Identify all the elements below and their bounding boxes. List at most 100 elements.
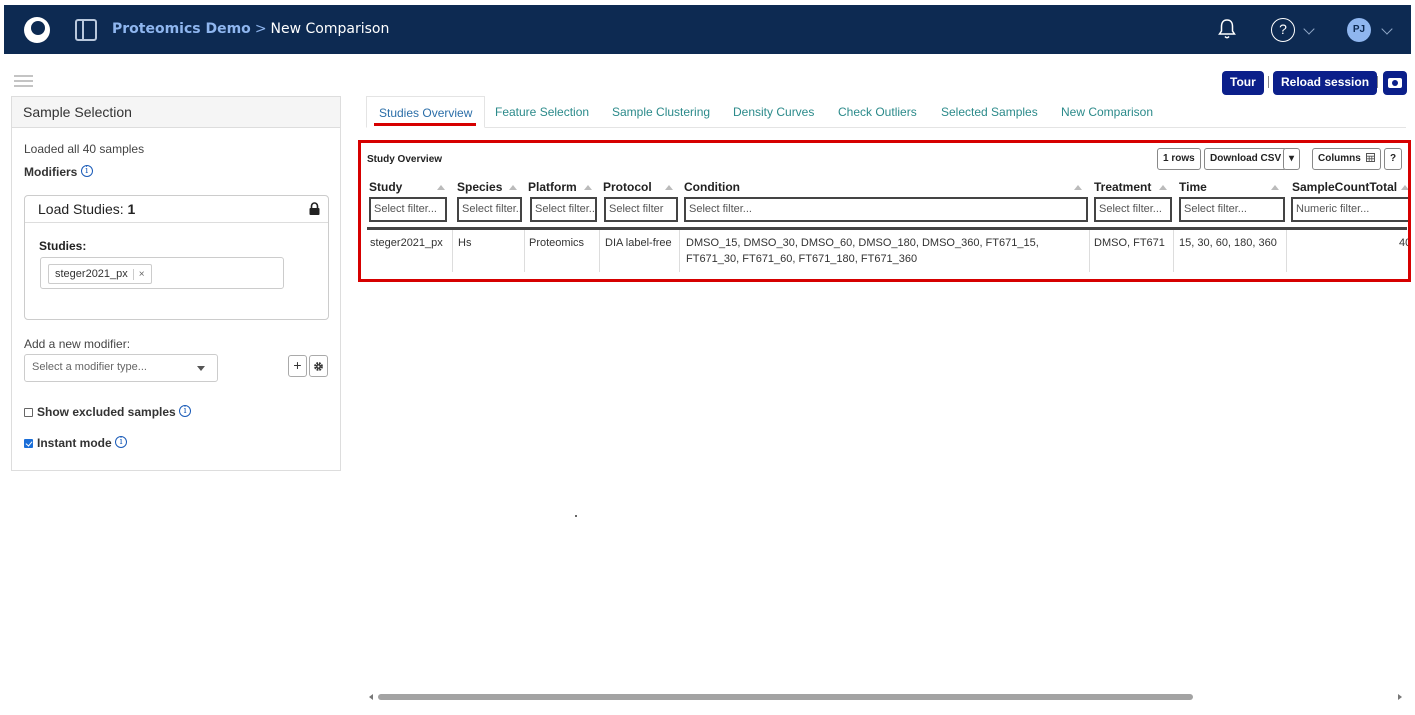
instant-mode-info-icon[interactable]: i bbox=[115, 436, 128, 448]
column-divider bbox=[599, 230, 600, 272]
breadcrumb-app[interactable]: Proteomics Demo bbox=[112, 21, 251, 37]
sort-icon[interactable] bbox=[1401, 185, 1408, 190]
breadcrumb-separator: > bbox=[254, 21, 267, 37]
sort-icon[interactable] bbox=[1271, 185, 1279, 190]
tab-check-outliers[interactable]: Check Outliers bbox=[826, 96, 929, 128]
help-chevron-down-icon[interactable] bbox=[1303, 23, 1315, 35]
column-header-time[interactable]: Time bbox=[1179, 180, 1207, 194]
modifier-type-placeholder: Select a modifier type... bbox=[32, 361, 147, 373]
add-modifier-button[interactable]: + bbox=[288, 355, 307, 377]
study-overview-panel: Study Overview 1 rows Download CSV ▾ Col… bbox=[358, 140, 1411, 282]
sort-icon[interactable] bbox=[1159, 185, 1167, 190]
rows-count-button[interactable]: 1 rows bbox=[1157, 148, 1201, 170]
sort-icon[interactable] bbox=[665, 185, 673, 190]
modifier-type-select[interactable]: Select a modifier type... bbox=[24, 354, 218, 382]
filter-condition[interactable]: Select filter... bbox=[684, 197, 1088, 222]
filter-study[interactable]: Select filter... bbox=[369, 197, 447, 222]
filter-protocol[interactable]: Select filter bbox=[604, 197, 678, 222]
study-overview-title: Study Overview bbox=[367, 154, 443, 165]
sort-icon[interactable] bbox=[1074, 185, 1082, 190]
column-header-protocol[interactable]: Protocol bbox=[603, 180, 652, 194]
columns-label: Columns bbox=[1318, 153, 1361, 164]
info-icon[interactable]: i bbox=[80, 165, 93, 177]
columns-grid-icon bbox=[1365, 153, 1375, 162]
tour-button[interactable]: Tour bbox=[1222, 71, 1264, 95]
tab-feature-selection[interactable]: Feature Selection bbox=[483, 96, 601, 128]
download-csv-button[interactable]: Download CSV bbox=[1204, 148, 1288, 170]
scroll-right-icon[interactable] bbox=[1398, 694, 1402, 700]
show-excluded-info-icon[interactable]: i bbox=[179, 405, 192, 417]
cell-condition: DMSO_15, DMSO_30, DMSO_60, DMSO_180, DMS… bbox=[686, 235, 1039, 267]
load-studies-count: 1 bbox=[127, 201, 136, 217]
reload-session-button[interactable]: Reload session bbox=[1273, 71, 1378, 95]
download-dropdown-button[interactable]: ▾ bbox=[1283, 148, 1301, 170]
modifiers-text: Modifiers bbox=[24, 165, 78, 179]
filter-sample-count-total[interactable]: Numeric filter... bbox=[1291, 197, 1408, 222]
sort-icon[interactable] bbox=[437, 185, 445, 190]
show-excluded-row: Show excluded samples i bbox=[24, 405, 192, 419]
loaded-samples-text: Loaded all 40 samples bbox=[24, 142, 145, 156]
stray-dot bbox=[575, 515, 577, 517]
divider bbox=[1377, 76, 1378, 88]
load-studies-label: Load Studies: bbox=[38, 201, 124, 217]
sort-icon[interactable] bbox=[584, 185, 592, 190]
caret-down-icon bbox=[197, 366, 205, 371]
menu-icon[interactable] bbox=[14, 75, 33, 87]
table-help-button[interactable]: ? bbox=[1384, 148, 1403, 170]
column-divider bbox=[1089, 230, 1090, 272]
modifier-settings-button[interactable] bbox=[309, 355, 328, 377]
scroll-left-icon[interactable] bbox=[369, 694, 373, 700]
cell-sample-count-total: 40 bbox=[1399, 237, 1411, 249]
help-icon[interactable]: ? bbox=[1271, 18, 1295, 42]
active-tab-underline bbox=[374, 123, 476, 126]
app-logo-icon[interactable] bbox=[24, 17, 50, 43]
instant-mode-checkbox[interactable] bbox=[24, 439, 33, 448]
instant-mode-label[interactable]: Instant mode bbox=[37, 436, 112, 450]
show-excluded-label[interactable]: Show excluded samples bbox=[37, 405, 176, 419]
divider bbox=[1268, 76, 1269, 88]
column-header-species[interactable]: Species bbox=[457, 180, 502, 194]
filter-platform[interactable]: Select filter... bbox=[530, 197, 597, 222]
avatar[interactable]: PJ bbox=[1347, 18, 1371, 42]
columns-button[interactable]: Columns bbox=[1312, 148, 1381, 170]
studies-label: Studies: bbox=[39, 239, 87, 253]
filter-species[interactable]: Select filter... bbox=[457, 197, 522, 222]
breadcrumb-page: New Comparison bbox=[270, 21, 390, 37]
user-chevron-down-icon[interactable] bbox=[1381, 23, 1393, 35]
tab-selected-samples[interactable]: Selected Samples bbox=[929, 96, 1050, 128]
column-header-platform[interactable]: Platform bbox=[528, 180, 577, 194]
cell-treatment: DMSO, FT671 bbox=[1094, 237, 1165, 249]
studies-select[interactable]: steger2021_px × bbox=[40, 257, 284, 289]
filter-treatment[interactable]: Select filter... bbox=[1094, 197, 1172, 222]
cell-species: Hs bbox=[458, 237, 472, 249]
sample-selection-panel: Sample Selection Loaded all 40 samples M… bbox=[11, 96, 341, 471]
column-divider bbox=[452, 230, 453, 272]
lock-icon[interactable] bbox=[309, 202, 320, 215]
show-excluded-checkbox[interactable] bbox=[24, 408, 33, 417]
column-header-study[interactable]: Study bbox=[369, 180, 402, 194]
scrollbar-thumb[interactable] bbox=[378, 694, 1193, 700]
tab-density-curves[interactable]: Density Curves bbox=[721, 96, 826, 128]
instant-mode-row: Instant mode i bbox=[24, 436, 128, 450]
column-header-treatment[interactable]: Treatment bbox=[1094, 180, 1151, 194]
column-header-condition[interactable]: Condition bbox=[684, 180, 740, 194]
sample-selection-title: Sample Selection bbox=[12, 97, 340, 128]
sidebar-toggle-icon[interactable] bbox=[75, 19, 97, 41]
add-modifier-label: Add a new modifier: bbox=[24, 337, 131, 351]
cell-time: 15, 30, 60, 180, 360 bbox=[1179, 237, 1277, 249]
gear-icon bbox=[314, 362, 323, 371]
column-divider bbox=[679, 230, 680, 272]
sort-icon[interactable] bbox=[509, 185, 517, 190]
column-divider bbox=[1286, 230, 1287, 272]
load-studies-box: Load Studies: 1 Studies: steger2021_px × bbox=[24, 195, 329, 320]
remove-tag-icon[interactable]: × bbox=[132, 269, 145, 280]
tab-sample-clustering[interactable]: Sample Clustering bbox=[600, 96, 722, 128]
filter-time[interactable]: Select filter... bbox=[1179, 197, 1285, 222]
tab-new-comparison[interactable]: New Comparison bbox=[1049, 96, 1165, 128]
cell-condition-line2: FT671_30, FT671_60, FT671_180, FT671_360 bbox=[686, 253, 918, 265]
column-header-sample-count-total[interactable]: SampleCountTotal bbox=[1292, 180, 1397, 194]
tab-bar: Studies Overview Feature Selection Sampl… bbox=[366, 96, 1406, 128]
bell-icon[interactable] bbox=[1217, 18, 1237, 40]
load-studies-header[interactable]: Load Studies: 1 bbox=[25, 196, 328, 223]
camera-icon[interactable] bbox=[1383, 71, 1407, 95]
